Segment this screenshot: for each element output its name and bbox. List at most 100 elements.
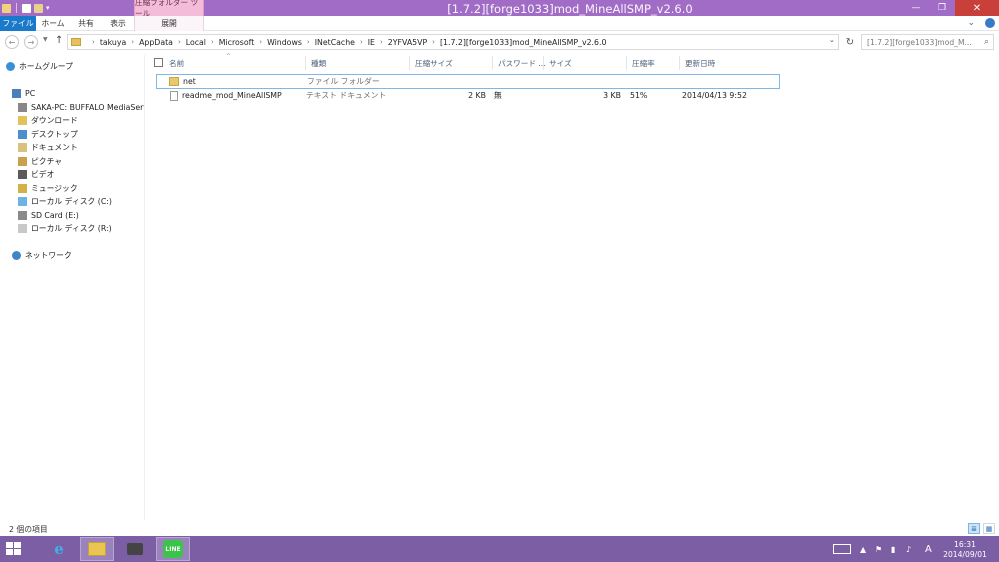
sidebar-item-desktop[interactable]: デスクトップ [18,128,78,141]
sidebar-item-label: ネットワーク [25,251,72,260]
file-row-net[interactable]: net ファイル フォルダー [156,74,780,89]
status-bar: 2 個の項目 ≣ ▦ [0,520,999,536]
tab-file[interactable]: ファイル [0,16,36,31]
taskbar-file-explorer[interactable] [80,537,114,561]
expand-ribbon-icon[interactable]: ⌄ [967,18,975,28]
breadcrumb-ie[interactable]: IE [368,38,375,47]
column-header-name[interactable]: 名前 [164,56,306,70]
windows-logo-icon [6,542,13,548]
breadcrumb-inetcache[interactable]: INetCache [315,38,355,47]
close-button[interactable]: ✕ [955,0,999,16]
ime-indicator[interactable]: A [925,536,932,562]
sidebar-item-homegroup[interactable]: ホームグループ [6,60,73,73]
sidebar-item-label: ローカル ディスク (C:) [31,197,112,206]
breadcrumb-archive[interactable]: [1.7.2][forge1033]mod_MineAllSMP_v2.6.0 [440,38,606,47]
large-icons-view-button[interactable]: ▦ [983,523,995,534]
forward-button[interactable]: → [24,35,38,49]
address-bar[interactable]: › takuya › AppData › Local › Microsoft › Wind… [67,34,839,50]
chevron-right-icon[interactable]: › [259,38,262,46]
up-button[interactable]: ↑ [55,35,63,46]
taskbar-app[interactable] [118,537,152,561]
sidebar-item-network[interactable]: ネットワーク [12,249,72,262]
sidebar-item-label: ミュージック [31,184,78,193]
back-button[interactable]: ← [5,35,19,49]
downloads-icon [18,116,27,125]
minimize-button[interactable]: — [903,0,929,16]
taskbar-internet-explorer[interactable]: e [42,537,76,561]
action-center-flag-icon[interactable]: ⚑ [875,536,882,562]
file-name: readme_mod_MineAllSMP [182,91,282,100]
sidebar-item-documents[interactable]: ドキュメント [18,141,78,154]
sidebar-item-pictures[interactable]: ピクチャ [18,155,62,168]
chevron-right-icon[interactable]: › [178,38,181,46]
large-icons-view-icon: ▦ [985,524,993,533]
touch-keyboard-icon[interactable] [833,536,851,562]
breadcrumb-microsoft[interactable]: Microsoft [219,38,254,47]
chevron-right-icon[interactable]: › [360,38,363,46]
pc-icon [12,89,21,98]
network-icon [12,251,21,260]
address-dropdown[interactable]: ⌄ [829,36,835,44]
sidebar-item-pc[interactable]: PC [12,87,35,100]
breadcrumb-appdata[interactable]: AppData [139,38,173,47]
recent-locations-dropdown[interactable]: ▼ [43,36,48,43]
new-folder-icon[interactable] [34,3,43,13]
help-icon[interactable] [985,18,995,28]
clock[interactable]: 16:31 2014/09/01 [940,540,990,560]
breadcrumb-takuya[interactable]: takuya [100,38,126,47]
tab-home[interactable]: ホーム [36,16,70,31]
refresh-button[interactable]: ↻ [843,34,857,50]
sidebar-item-downloads[interactable]: ダウンロード [18,114,78,127]
music-icon [18,184,27,193]
breadcrumb-windows[interactable]: Windows [267,38,302,47]
sidebar-item-local-disk-r[interactable]: ローカル ディスク (R:) [18,222,112,235]
local-disk-icon [18,197,27,206]
details-view-icon: ≣ [971,524,977,533]
tab-view[interactable]: 表示 [102,16,134,31]
search-placeholder: [1.7.2][forge1033]mod_M... [867,37,972,47]
window-controls: — ❐ ✕ [903,0,999,16]
sidebar-item-local-disk-c[interactable]: ローカル ディスク (C:) [18,195,112,208]
maximize-button[interactable]: ❐ [929,0,955,16]
chevron-right-icon[interactable]: › [211,38,214,46]
breadcrumb-local[interactable]: Local [186,38,206,47]
sidebar-item-media-server[interactable]: SAKA-PC: BUFFALO MediaServer [18,101,144,114]
sidebar-item-sd-card[interactable]: SD Card (E:) [18,209,79,222]
tab-share[interactable]: 共有 [70,16,102,31]
column-header-modified[interactable]: 更新日時 [680,56,778,70]
details-view-button[interactable]: ≣ [968,523,980,534]
chevron-right-icon[interactable]: › [307,38,310,46]
start-button[interactable] [6,542,22,556]
column-header-compressed-size[interactable]: 圧縮サイズ [410,56,493,70]
chevron-right-icon[interactable]: › [432,38,435,46]
properties-icon[interactable] [22,3,31,13]
arrow-left-icon: ← [8,37,16,47]
chevron-right-icon[interactable]: › [380,38,383,46]
text-document-icon [170,90,178,101]
file-row-readme[interactable]: readme_mod_MineAllSMP テキスト ドキュメント 2 KB 無… [156,89,780,104]
sidebar-item-videos[interactable]: ビデオ [18,168,54,181]
sidebar-item-music[interactable]: ミュージック [18,182,78,195]
column-header-size[interactable]: サイズ [544,56,627,70]
volume-icon[interactable]: ♪ [906,536,911,562]
column-header-ratio[interactable]: 圧縮率 [627,56,680,70]
navigation-bar: ← → ▼ ↑ › takuya › AppData › Local › Microso… [0,31,999,53]
tab-extract[interactable]: 展開 [134,16,204,31]
breadcrumb-2yfva5vp[interactable]: 2YFVA5VP [388,38,427,47]
search-icon[interactable]: ⌕ [984,37,989,47]
taskbar-line[interactable]: LINE [156,537,190,561]
search-input[interactable]: [1.7.2][forge1033]mod_M... ⌕ [861,34,994,50]
column-header-password[interactable]: パスワード ... [493,56,546,70]
sidebar-item-label: ローカル ディスク (R:) [31,224,112,233]
column-header-type[interactable]: 種類 [306,56,410,70]
customize-qat-icon[interactable]: ▾ [46,4,50,12]
folder-icon[interactable] [2,3,11,13]
file-ratio: 51% [630,91,648,100]
show-hidden-icons-icon[interactable]: ▲ [860,536,866,562]
select-all-checkbox[interactable] [154,58,163,67]
sidebar-item-label: ドキュメント [31,143,78,152]
chevron-right-icon[interactable]: › [131,38,134,46]
file-password: 無 [494,91,502,100]
chevron-right-icon[interactable]: › [92,38,95,46]
power-icon[interactable]: ▮ [891,536,895,562]
